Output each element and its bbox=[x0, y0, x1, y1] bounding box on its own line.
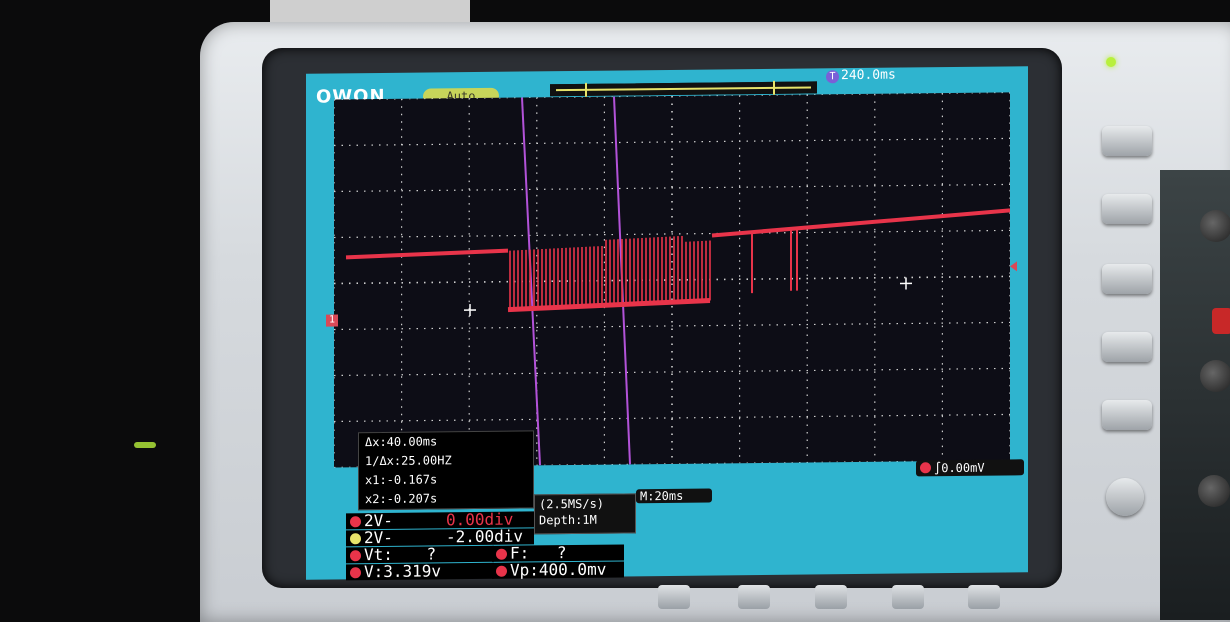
time-marker-icon: T bbox=[826, 70, 839, 84]
inverse-delta-x-readout: 1/Δx:25.00HZ bbox=[365, 453, 452, 469]
sample-rate: (2.5MS/s) bbox=[539, 496, 605, 512]
memory-bar-marker-right bbox=[773, 80, 775, 95]
softkey-f3-button[interactable] bbox=[1102, 264, 1152, 294]
trigger-level-marker-icon[interactable] bbox=[1010, 261, 1017, 272]
v-circle-icon bbox=[350, 567, 361, 579]
voltage-readout: V:3.319v bbox=[346, 561, 494, 582]
vp-value: Vp:400.0mv bbox=[510, 559, 607, 580]
vp-readout: Vp:400.0mv bbox=[492, 559, 624, 580]
x1-readout: x1:-0.167s bbox=[365, 472, 438, 488]
control-knob-3[interactable] bbox=[1198, 475, 1230, 507]
waveform-plot bbox=[334, 92, 1010, 468]
main-timebase[interactable]: M:20ms bbox=[636, 488, 712, 504]
background-led-glow bbox=[134, 442, 156, 448]
trigger-info-box[interactable]: ∫0.00mV bbox=[916, 459, 1024, 477]
vp-circle-icon bbox=[496, 565, 507, 577]
ch2-circle-icon bbox=[350, 533, 361, 545]
delta-x-readout: Δx:40.00ms bbox=[365, 434, 438, 450]
trigger-level-value: 0.00mV bbox=[941, 460, 985, 476]
cursor-measurement-panel: Δx:40.00ms 1/Δx:25.00HZ x1:-0.167s x2:-0… bbox=[358, 430, 534, 511]
bottom-key-1-button[interactable] bbox=[658, 585, 690, 609]
v-value: V:3.319v bbox=[364, 561, 442, 582]
time-delay-value: 240.0ms bbox=[841, 67, 896, 84]
ch1-trace-baseline-left bbox=[345, 248, 509, 260]
acquisition-info-box: (2.5MS/s) Depth:1M bbox=[534, 493, 636, 535]
ch2-settings-row[interactable]: 2V- -2.00div bbox=[346, 527, 534, 547]
ch1-circle-icon bbox=[350, 516, 361, 528]
vt-circle-icon bbox=[350, 550, 361, 562]
ch1-trace-baseline-right bbox=[711, 208, 1010, 238]
memory-bar-marker-left bbox=[585, 82, 587, 97]
background-paper bbox=[270, 0, 470, 22]
control-knob-1[interactable] bbox=[1200, 210, 1230, 242]
control-panel bbox=[1160, 170, 1230, 620]
ch1-trace-burst bbox=[509, 235, 711, 310]
lcd-screen: OWON Auto T 240.0ms 1 Δx:40.00ms 1/Δx:25… bbox=[306, 66, 1028, 582]
run-stop-button[interactable] bbox=[1212, 308, 1230, 334]
memory-depth: Depth:1M bbox=[539, 512, 597, 528]
power-led-icon bbox=[1106, 57, 1116, 67]
bottom-key-4-button[interactable] bbox=[892, 585, 924, 609]
bottom-key-3-button[interactable] bbox=[815, 585, 847, 609]
ch1-position-marker[interactable]: 1 bbox=[326, 314, 338, 327]
oscilloscope-photo: OWON Auto T 240.0ms 1 Δx:40.00ms 1/Δx:25… bbox=[0, 0, 1230, 622]
bottom-key-2-button[interactable] bbox=[738, 585, 770, 609]
f-circle-icon bbox=[496, 548, 507, 560]
multipurpose-knob[interactable] bbox=[1106, 478, 1144, 516]
bottom-key-5-button[interactable] bbox=[968, 585, 1000, 609]
trigger-channel-circle-icon bbox=[920, 462, 931, 474]
softkey-f1-button[interactable] bbox=[1102, 126, 1152, 156]
softkey-f4-button[interactable] bbox=[1102, 332, 1152, 362]
x2-readout: x2:-0.207s bbox=[365, 491, 438, 507]
time-delay-readout: T 240.0ms bbox=[826, 68, 896, 84]
softkey-f2-button[interactable] bbox=[1102, 194, 1152, 224]
softkey-f5-button[interactable] bbox=[1102, 400, 1152, 430]
trace-svg bbox=[345, 96, 1010, 466]
control-knob-2[interactable] bbox=[1200, 360, 1230, 392]
